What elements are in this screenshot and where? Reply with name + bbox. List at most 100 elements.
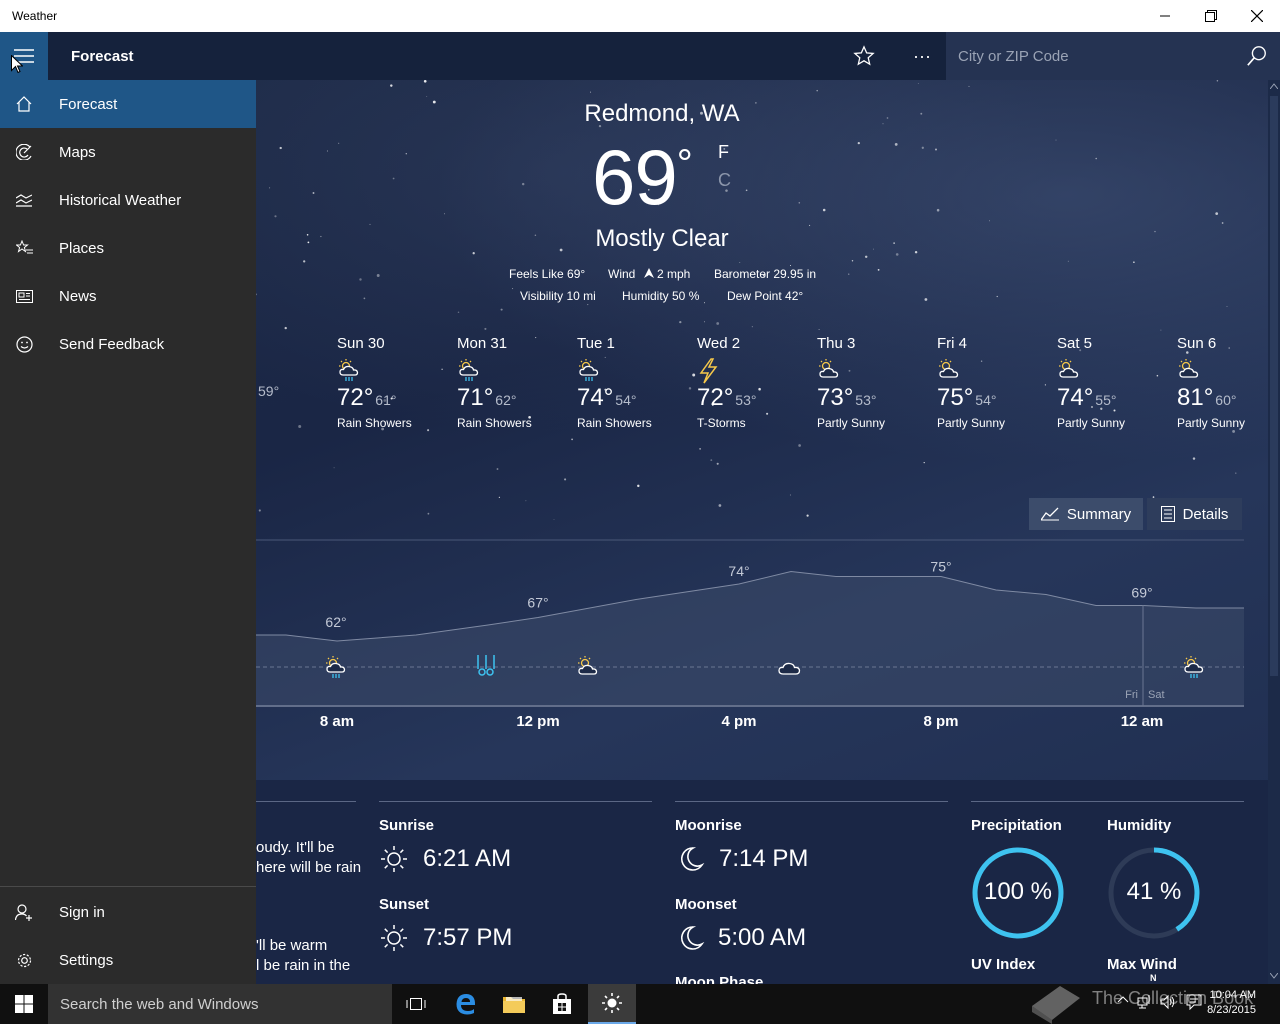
daily-forecast-item[interactable]: 59° [256,335,296,407]
low-temp: 54° [975,392,997,408]
hamburger-menu-button[interactable] [0,32,48,80]
volume-icon[interactable] [1160,994,1176,1010]
star-list-icon [0,224,48,272]
vertical-scrollbar[interactable] [1268,80,1280,984]
nav-item-historical-weather[interactable]: Historical Weather [0,176,256,224]
moonset-label: Moonset [675,896,737,913]
nav-item-news[interactable]: News [0,272,256,320]
star-dot [704,302,705,304]
title-bar: Weather [0,0,1280,32]
details-toggle-button[interactable]: Details [1147,498,1242,530]
star-dot [1095,157,1097,160]
system-clock[interactable]: 10:04 AM 8/23/2015 [1207,988,1256,1018]
star-dot [256,293,257,296]
start-button[interactable] [0,984,48,1024]
scrollbar-thumb[interactable] [1270,96,1278,676]
daily-forecast-item[interactable]: Tue 1 74° 54° Rain Showers [577,335,687,430]
partly-sunny-icon [1177,358,1268,382]
nav-item-sign-in[interactable]: Sign in [0,888,256,936]
star-dot [521,182,525,186]
star-dot [716,322,720,325]
star-dot [359,278,362,281]
lightning-icon [697,358,807,384]
divider-day-before: Fri [1125,689,1138,701]
star-dot [423,80,427,83]
high-temp: 75° [937,384,974,411]
star-dot [284,326,287,330]
daily-forecast-item[interactable]: Sun 6 81° 60° Partly Sunny [1177,335,1268,430]
day-name: Tue 1 [577,335,615,352]
search-icon[interactable] [1246,45,1268,72]
list-icon [1160,506,1175,522]
unit-fahrenheit[interactable]: F [718,142,729,163]
sunrise-time: 6:21 AM [423,845,512,872]
day-name: Thu 3 [817,335,856,352]
window-title: Weather [12,9,58,23]
daily-forecast-item[interactable]: Sat 5 74° 55° Partly Sunny [1057,335,1167,430]
task-view-button[interactable] [392,984,440,1024]
nav-item-settings[interactable]: Settings [0,936,256,984]
star-dot [427,512,430,515]
star-dot [789,264,792,267]
day-condition: T-Storms [697,416,746,430]
current-condition: Mostly Clear [595,225,729,252]
star-dot [968,85,970,87]
high-temp: 73° [817,384,854,411]
favorite-button[interactable] [842,32,886,80]
star-dot [716,462,719,465]
day-condition: Partly Sunny [1177,416,1246,430]
summary-toggle-button[interactable]: Summary [1029,498,1143,530]
nav-item-places[interactable]: Places [0,224,256,272]
precipitation-label: Precipitation [971,817,1062,834]
minimize-button[interactable] [1142,0,1188,32]
show-hidden-icons-icon[interactable] [1117,994,1129,1006]
star-dot [269,187,271,189]
daily-forecast-item[interactable]: Thu 3 73° 53° Partly Sunny [817,335,927,430]
star-icon [853,45,875,66]
star-dot [692,373,696,377]
action-center-icon[interactable] [1186,994,1202,1010]
nav-item-forecast[interactable]: Forecast [0,80,256,128]
hourly-temp-label: 62° [325,614,346,630]
scroll-up-icon[interactable] [1270,83,1278,89]
store-button[interactable] [538,984,586,1024]
star-dot [699,448,701,450]
star-dot [1226,305,1228,307]
daily-forecast-item[interactable]: Mon 31 71° 62° Rain Showers [457,335,567,430]
scroll-down-icon[interactable] [1270,973,1278,979]
taskbar-search-input[interactable] [48,984,392,1024]
nav-item-maps[interactable]: Maps [0,128,256,176]
file-explorer-button[interactable] [490,984,538,1024]
star-dot [444,213,446,215]
line-chart-icon [1040,507,1059,521]
details-label: Details [1182,505,1229,523]
search-input[interactable] [946,32,1236,80]
moon-phase-label: Moon Phase [675,974,764,984]
star-dot [426,96,428,97]
star-dot [274,215,277,218]
star-dot [338,142,340,144]
daily-forecast-item[interactable]: Wed 2 72° 53° T-Storms [697,335,807,430]
news-icon [0,272,48,320]
star-dot [1067,260,1069,262]
nav-item-send-feedback[interactable]: Send Feedback [0,320,256,368]
star-dot [921,146,924,149]
visibility: Visibility 10 mi [520,289,596,303]
restore-button[interactable] [1188,0,1234,32]
more-options-button[interactable]: ··· [900,32,944,80]
close-button[interactable] [1234,0,1280,32]
moonset-icon [681,926,705,950]
weather-app-taskbar-button[interactable] [588,984,636,1024]
edge-browser-button[interactable] [442,984,490,1024]
daily-forecast-item[interactable]: Sun 30 72° 61° Rain Showers [337,335,447,430]
star-dot [936,208,940,212]
daily-forecast-item[interactable]: Fri 4 75° 54° Partly Sunny [937,335,1047,430]
network-icon[interactable] [1137,994,1153,1010]
star-dot [1215,212,1219,215]
rain-showers-icon [457,358,567,382]
star-dot [1154,230,1156,233]
wind-compass-north: N [1150,973,1157,983]
unit-celsius[interactable]: C [718,170,731,191]
clock-date: 8/23/2015 [1207,1004,1256,1016]
moonrise-icon [681,847,705,871]
